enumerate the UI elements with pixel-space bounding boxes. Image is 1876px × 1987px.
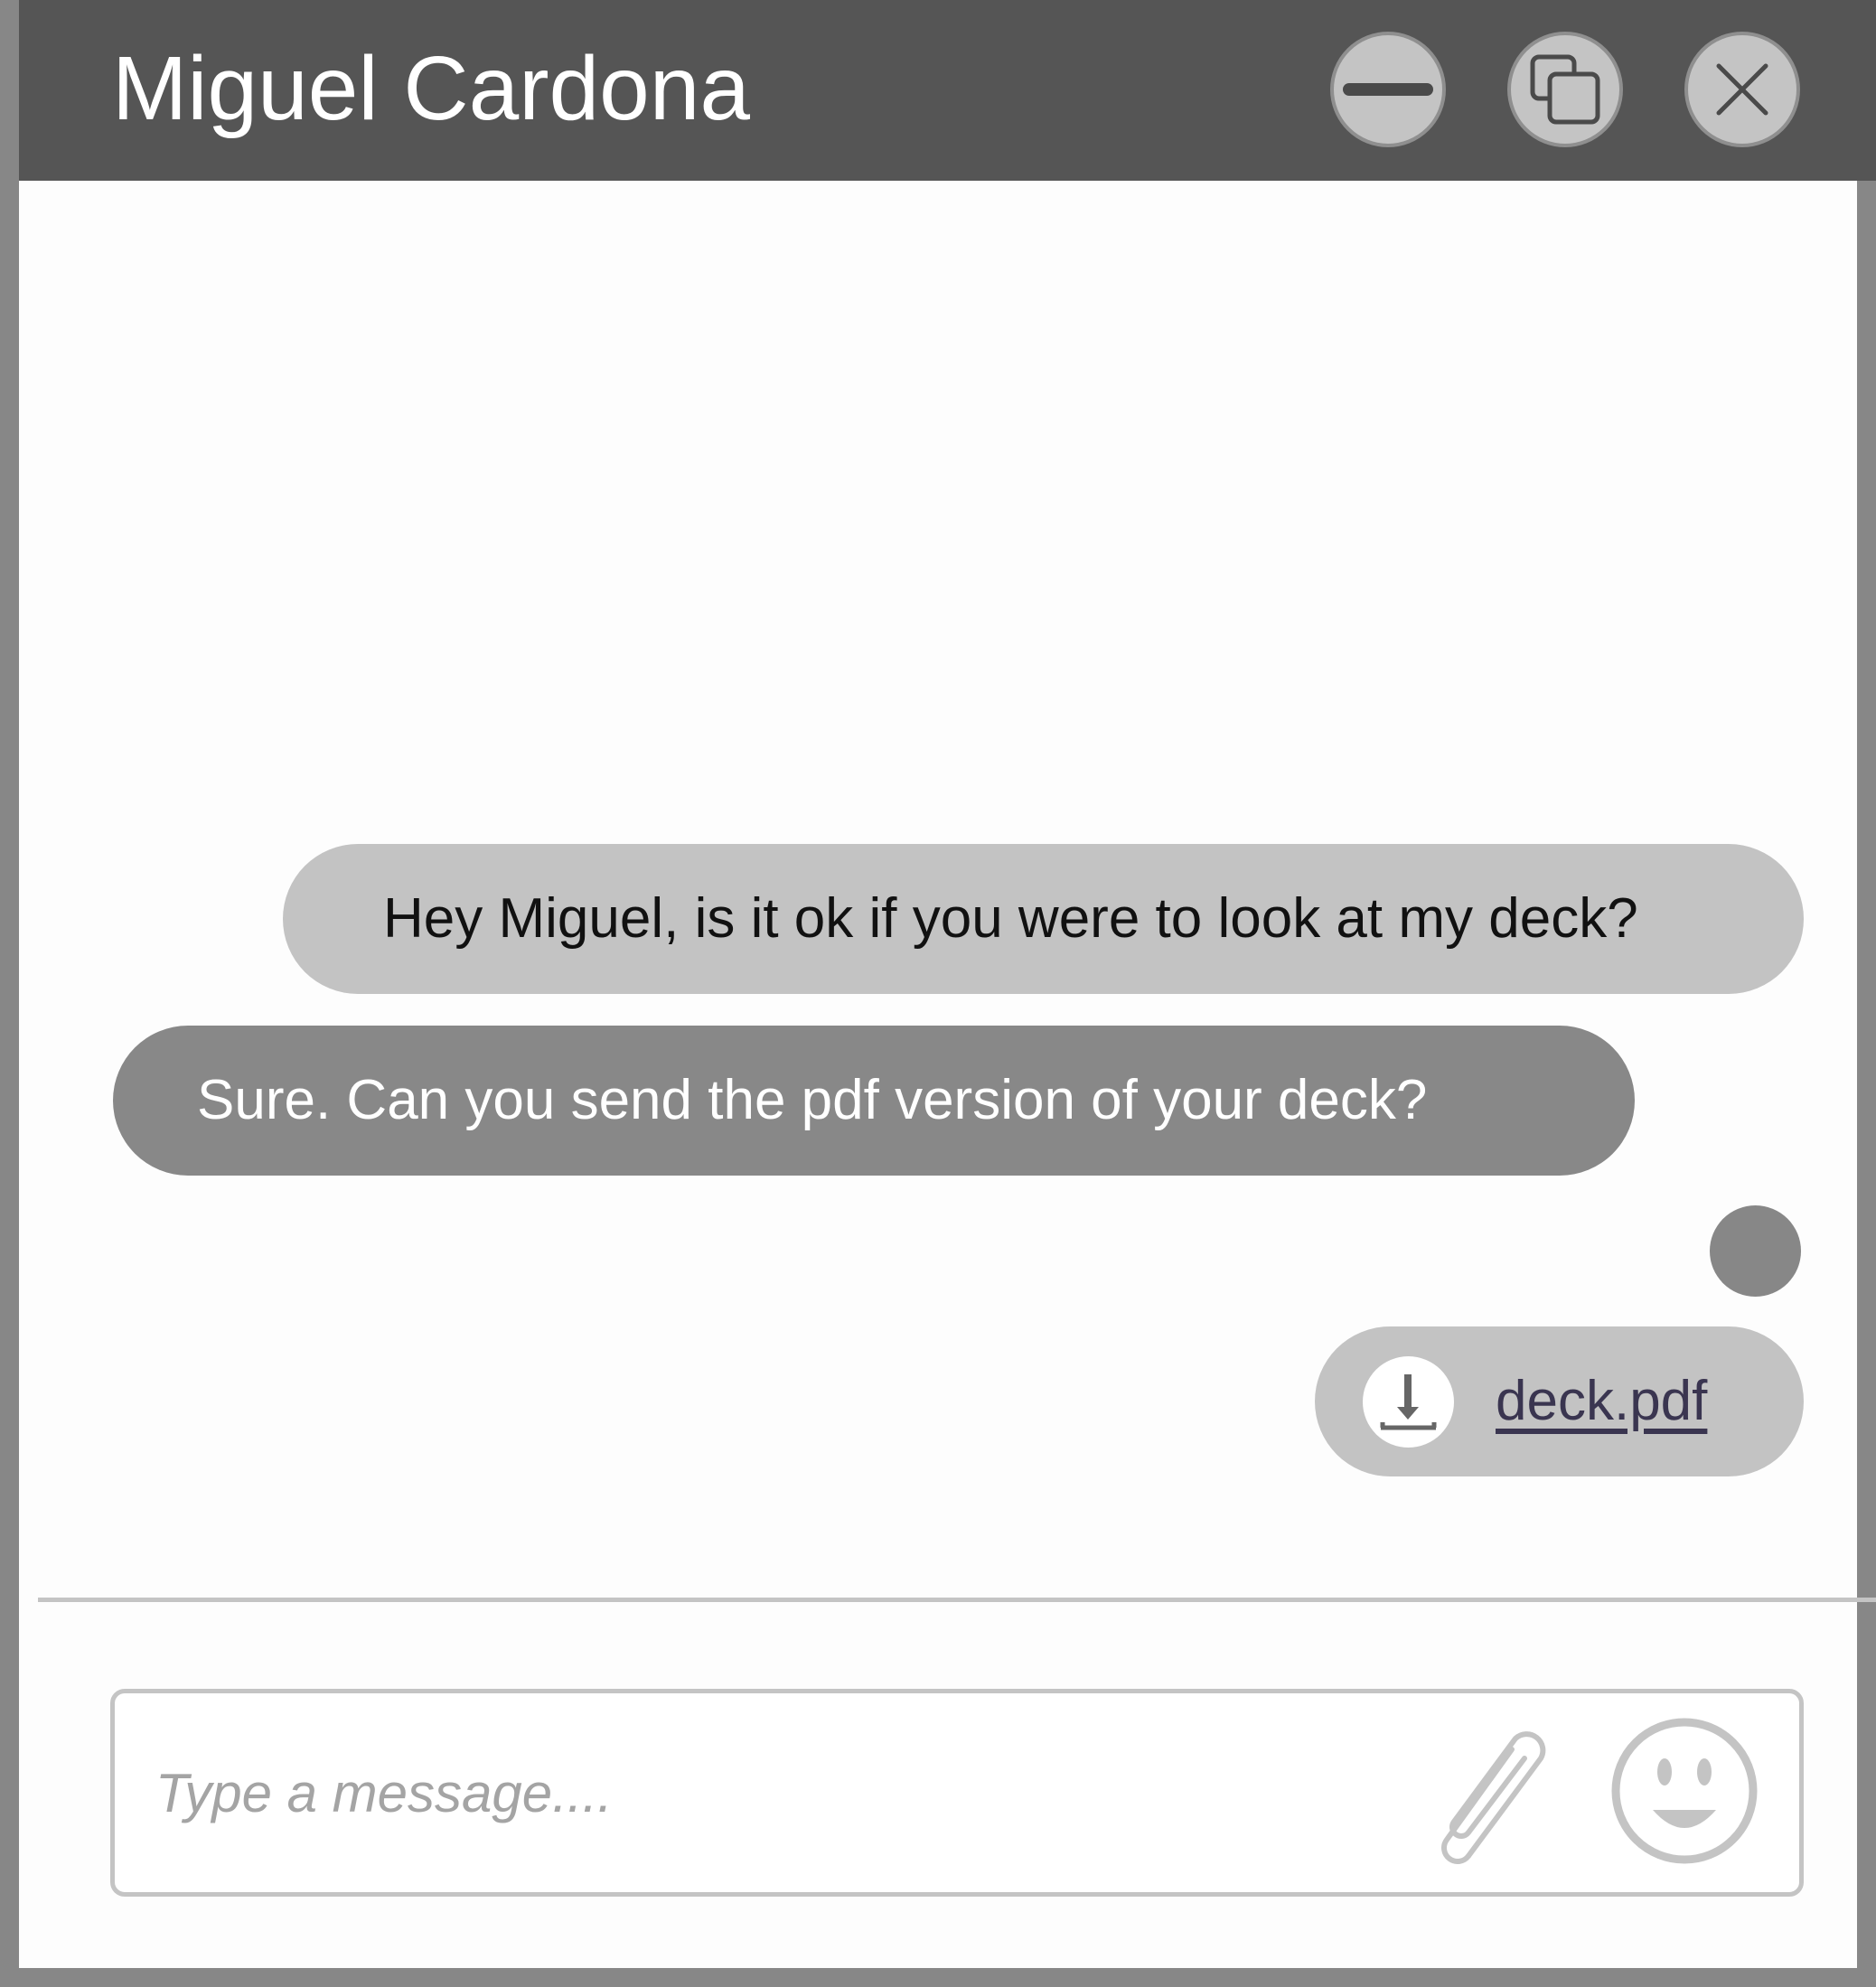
smiley-icon[interactable] [1608,1714,1761,1868]
restore-button[interactable] [1507,32,1623,147]
composer-divider [38,1598,1876,1602]
file-link[interactable]: deck.pdf [1496,1326,1707,1476]
message-composer [110,1689,1804,1897]
message-input[interactable] [155,1739,1466,1847]
typing-dot-icon [1710,1205,1801,1297]
minimize-icon [1343,83,1433,96]
close-button[interactable] [1684,32,1800,147]
paperclip-icon[interactable] [1434,1720,1570,1874]
minimize-button[interactable] [1330,32,1446,147]
file-attachment-message[interactable]: deck.pdf [1315,1326,1804,1476]
title-bar[interactable]: Miguel Cardona [19,0,1876,181]
message-outgoing: Hey Miguel, is it ok if you were to look… [283,844,1804,994]
message-incoming: Sure. Can you send the pdf version of yo… [113,1026,1635,1176]
restore-icon [1530,54,1600,125]
chat-window: Miguel Cardona Hey Miguel, is it ok if y… [0,0,1876,1987]
download-icon[interactable] [1363,1356,1454,1448]
close-icon [1716,63,1768,116]
window-title: Miguel Cardona [112,38,750,139]
